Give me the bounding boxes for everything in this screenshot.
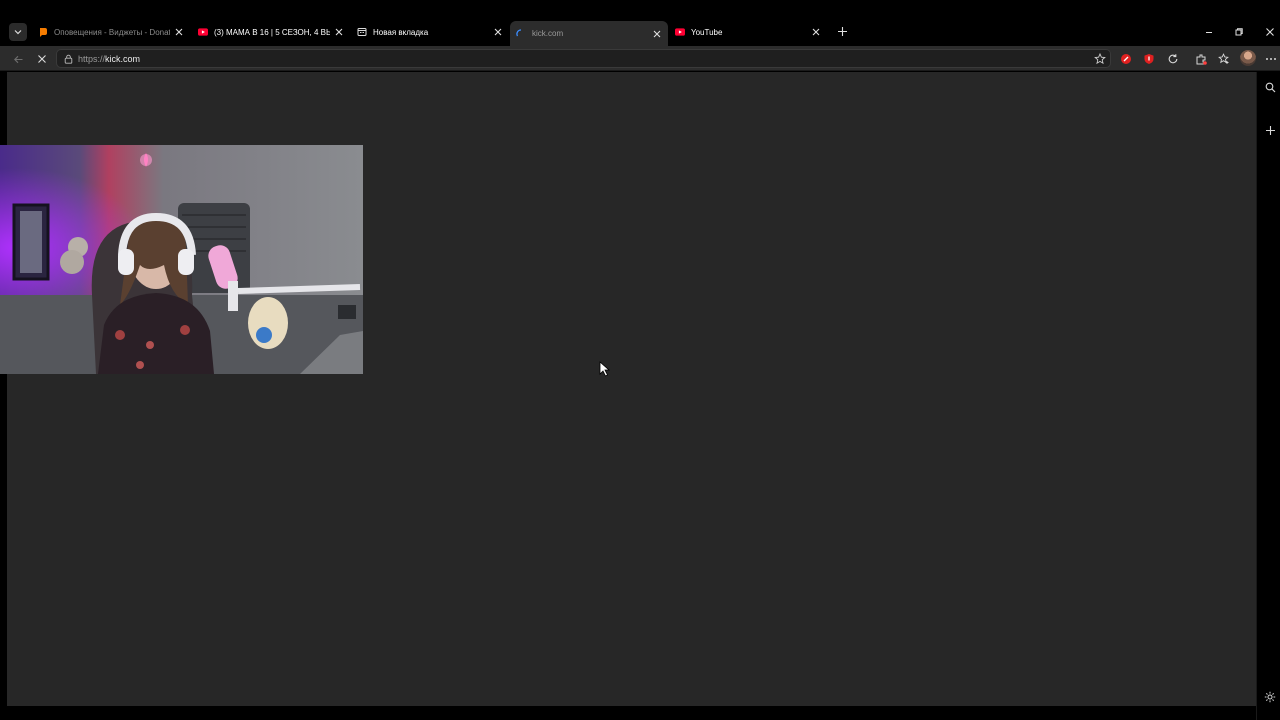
mouse-cursor-icon (599, 361, 611, 377)
tab-donationalerts[interactable]: Оповещения - Виджеты - DonationAlerts (32, 21, 190, 43)
close-icon[interactable] (334, 27, 344, 37)
tab-title: kick.com (532, 29, 564, 38)
lock-icon[interactable] (63, 54, 73, 64)
tab-title: YouTube (691, 27, 723, 37)
shield-icon (1144, 54, 1154, 64)
tab-mama-v-16[interactable]: (3) МАМА В 16 | 5 СЕЗОН, 4 ВЫПУСК (192, 21, 350, 43)
close-icon[interactable] (493, 27, 503, 37)
extensions-icon (1196, 54, 1207, 65)
tab-strip: Оповещения - Виджеты - DonationAlerts (3… (0, 0, 1280, 46)
restore-button[interactable] (1232, 25, 1246, 39)
extensions-button[interactable] (1194, 52, 1208, 66)
tab-title: Новая вкладка (373, 27, 429, 37)
minimize-button[interactable] (1202, 25, 1216, 39)
youtube-icon (198, 27, 208, 37)
tab-title: Оповещения - Виджеты - DonationAlerts (54, 27, 170, 37)
profile-avatar[interactable] (1240, 50, 1256, 66)
tab-kick-active[interactable]: kick.com (510, 21, 668, 46)
search-icon (1265, 82, 1275, 92)
stream-video-preview[interactable] (0, 145, 363, 374)
adblock-extension-button[interactable] (1142, 52, 1156, 66)
chevron-down-icon (14, 30, 22, 35)
minimize-icon (1206, 32, 1212, 33)
side-settings-button[interactable] (1263, 690, 1277, 704)
url-host: kick.com (105, 53, 141, 64)
extension-red-icon (1121, 54, 1131, 64)
more-horizontal-icon (1266, 58, 1276, 60)
tab-actions-menu-button[interactable] (9, 23, 27, 41)
favorites-icon (1218, 53, 1229, 64)
plus-icon (837, 26, 847, 36)
address-url: https://kick.com (78, 54, 140, 64)
streamer-webcam-image (0, 145, 363, 374)
arrow-left-icon (13, 55, 22, 63)
tab-title: (3) МАМА В 16 | 5 СЕЗОН, 4 ВЫПУСК (214, 27, 330, 37)
close-icon[interactable] (174, 27, 184, 37)
refresh-icon (1168, 54, 1178, 64)
side-search-button[interactable] (1263, 80, 1277, 94)
address-bar[interactable]: https://kick.com (56, 49, 1111, 68)
tab-new-tab[interactable]: Новая вкладка (351, 21, 509, 43)
back-button[interactable] (11, 52, 25, 66)
new-tab-button[interactable] (835, 24, 849, 38)
window-bottom-edge (0, 706, 1256, 720)
donationalerts-icon (38, 27, 48, 37)
youtube-icon (675, 27, 685, 37)
url-scheme: https:// (78, 53, 106, 64)
side-add-button[interactable] (1263, 123, 1277, 137)
loading-spinner-icon (516, 28, 526, 39)
close-icon (1266, 28, 1274, 36)
favorites-button[interactable] (1217, 52, 1231, 66)
tab-youtube[interactable]: YouTube (669, 21, 827, 43)
browser-side-panel (1256, 72, 1280, 720)
restore-icon (1235, 28, 1243, 36)
extension-red-button[interactable] (1119, 52, 1133, 66)
star-icon[interactable] (1094, 53, 1106, 65)
stop-loading-button[interactable] (35, 52, 49, 66)
close-icon[interactable] (652, 29, 662, 39)
gear-icon (1264, 691, 1276, 703)
close-icon[interactable] (811, 27, 821, 37)
new-tab-page-icon (357, 27, 367, 37)
refresh-extension-button[interactable] (1166, 52, 1180, 66)
close-window-button[interactable] (1263, 25, 1277, 39)
plus-icon (1265, 125, 1275, 135)
settings-menu-button[interactable] (1264, 52, 1278, 66)
close-icon (38, 55, 46, 63)
browser-toolbar: https://kick.com (0, 46, 1280, 71)
